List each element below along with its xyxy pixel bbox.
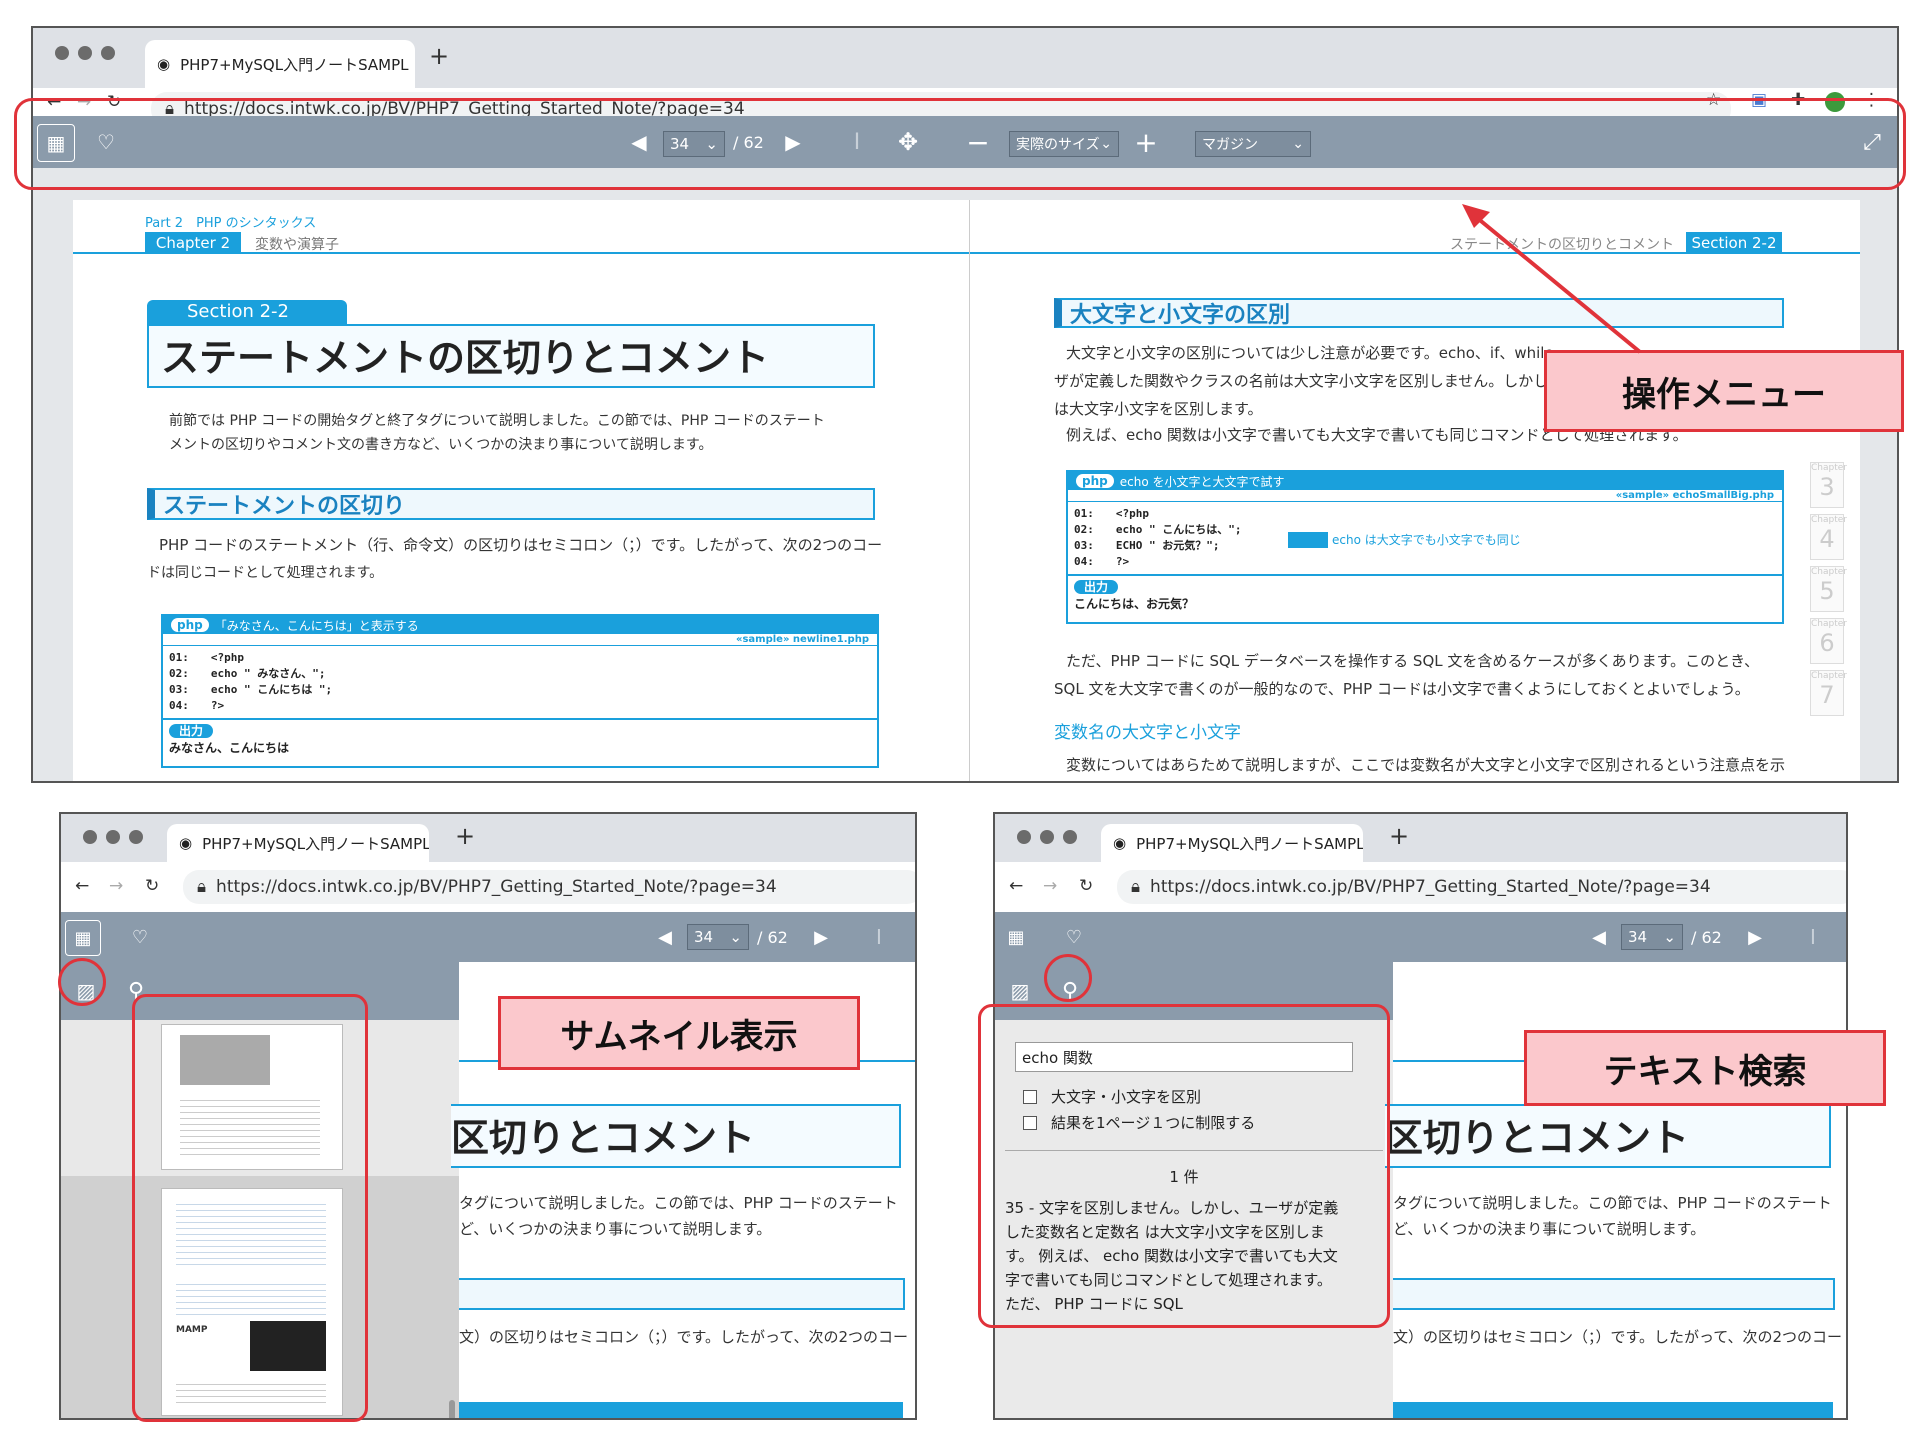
zoomed-line-1: タグについて説明しました。この節では、PHP コードのステート bbox=[1393, 1194, 1832, 1212]
zoomed-section-title: 区切りとコメント bbox=[451, 1104, 901, 1168]
thumbnail-highlight-ring bbox=[132, 994, 368, 1422]
viewer-toolbar: ▦ ♡ ◀ 34 ⌄ / 62 ▶ Ⅰ bbox=[61, 912, 915, 962]
tab-title: PHP7+MySQL入門ノートSAMPL bbox=[1136, 834, 1363, 853]
browser-tab[interactable]: ◉ PHP7+MySQL入門ノートSAMPL × bbox=[167, 824, 429, 862]
text-cursor-icon[interactable]: Ⅰ bbox=[867, 920, 891, 954]
lightbulb-icon[interactable]: ♡ bbox=[1059, 920, 1089, 954]
globe-icon: ◉ bbox=[179, 834, 193, 852]
zoomed-line-3: 文）の区切りはセミコロン（；）です。したがって、次の2つのコー bbox=[1393, 1328, 1843, 1346]
search-button-highlight bbox=[1044, 954, 1092, 1002]
back-icon[interactable]: ← bbox=[75, 876, 89, 896]
zoomed-heading-box bbox=[459, 1278, 905, 1310]
globe-icon: ◉ bbox=[1113, 834, 1127, 852]
url-text: https://docs.intwk.co.jp/BV/PHP7_Getting… bbox=[216, 877, 777, 897]
zoomed-code-header bbox=[1393, 1402, 1833, 1418]
forward-icon[interactable]: → bbox=[109, 876, 123, 896]
address-bar[interactable]: 🔒︎ https://docs.intwk.co.jp/BV/PHP7_Gett… bbox=[1117, 870, 1846, 904]
window-controls[interactable] bbox=[1017, 830, 1077, 844]
prev-page-button[interactable]: ◀ bbox=[1587, 920, 1611, 954]
back-icon[interactable]: ← bbox=[1009, 876, 1023, 896]
new-tab-button[interactable]: + bbox=[1389, 822, 1409, 850]
address-bar[interactable]: 🔒︎ https://docs.intwk.co.jp/BV/PHP7_Gett… bbox=[183, 870, 915, 904]
search-highlight-ring bbox=[978, 1004, 1390, 1328]
sidebar-scrollbar[interactable] bbox=[449, 1400, 455, 1418]
thumbnail-view-icon[interactable]: ▨ bbox=[1003, 974, 1037, 1008]
search-callout: テキスト検索 bbox=[1524, 1030, 1886, 1106]
zoomed-line-1: タグについて説明しました。この節では、PHP コードのステート bbox=[459, 1194, 898, 1212]
page-total: / 62 bbox=[757, 927, 788, 947]
thumbnails-grid-button[interactable]: ▦ bbox=[999, 920, 1033, 954]
next-page-button[interactable]: ▶ bbox=[809, 920, 833, 954]
zoomed-section-title: 区切りとコメント bbox=[1385, 1104, 1831, 1168]
text-cursor-icon[interactable]: Ⅰ bbox=[1801, 920, 1825, 954]
zoomed-code-header bbox=[459, 1402, 903, 1418]
chevron-down-icon: ⌄ bbox=[1663, 928, 1676, 946]
thumbnails-grid-button[interactable]: ▦ bbox=[65, 920, 101, 956]
browser-tab-bar: ◉ PHP7+MySQL入門ノートSAMPL × + bbox=[61, 814, 915, 862]
lightbulb-icon[interactable]: ♡ bbox=[125, 920, 155, 954]
forward-icon[interactable]: → bbox=[1043, 876, 1057, 896]
viewer-toolbar: ▦ ♡ ◀ 34 ⌄ / 62 ▶ Ⅰ bbox=[995, 912, 1846, 962]
browser-tab-bar: ◉ PHP7+MySQL入門ノートSAMPL × + bbox=[995, 814, 1846, 862]
next-page-button[interactable]: ▶ bbox=[1743, 920, 1767, 954]
thumbnail-button-highlight bbox=[58, 958, 106, 1006]
page-number-select[interactable]: 34 ⌄ bbox=[687, 924, 749, 950]
page-total: / 62 bbox=[1691, 927, 1722, 947]
window-controls[interactable] bbox=[83, 830, 143, 844]
thumbnail-callout: サムネイル表示 bbox=[498, 996, 860, 1070]
new-tab-button[interactable]: + bbox=[455, 822, 475, 850]
chevron-down-icon: ⌄ bbox=[729, 928, 742, 946]
lock-icon: 🔒︎ bbox=[197, 877, 207, 897]
page-number-select[interactable]: 34 ⌄ bbox=[1621, 924, 1683, 950]
page-number-value: 34 bbox=[1628, 928, 1648, 946]
url-row: ← → ↻ 🔒︎ https://docs.intwk.co.jp/BV/PHP… bbox=[61, 862, 915, 912]
reload-icon[interactable]: ↻ bbox=[1079, 876, 1093, 896]
url-row: ← → ↻ 🔒︎ https://docs.intwk.co.jp/BV/PHP… bbox=[995, 862, 1846, 912]
page-number-value: 34 bbox=[694, 928, 714, 946]
url-text: https://docs.intwk.co.jp/BV/PHP7_Getting… bbox=[1150, 877, 1711, 897]
menu-arrow-line bbox=[1468, 210, 1642, 354]
reload-icon[interactable]: ↻ bbox=[145, 876, 159, 896]
tab-title: PHP7+MySQL入門ノートSAMPL bbox=[202, 834, 429, 853]
prev-page-button[interactable]: ◀ bbox=[653, 920, 677, 954]
zoomed-line-2: ど、いくつかの決まり事について説明します。 bbox=[1393, 1220, 1706, 1238]
lock-icon: 🔒︎ bbox=[1131, 877, 1141, 897]
zoomed-line-3: 文）の区切りはセミコロン（；）です。したがって、次の2つのコー bbox=[459, 1328, 909, 1346]
zoomed-heading-box bbox=[1393, 1278, 1835, 1310]
browser-tab[interactable]: ◉ PHP7+MySQL入門ノートSAMPL × bbox=[1101, 824, 1363, 862]
zoomed-line-2: ど、いくつかの決まり事について説明します。 bbox=[459, 1220, 772, 1238]
